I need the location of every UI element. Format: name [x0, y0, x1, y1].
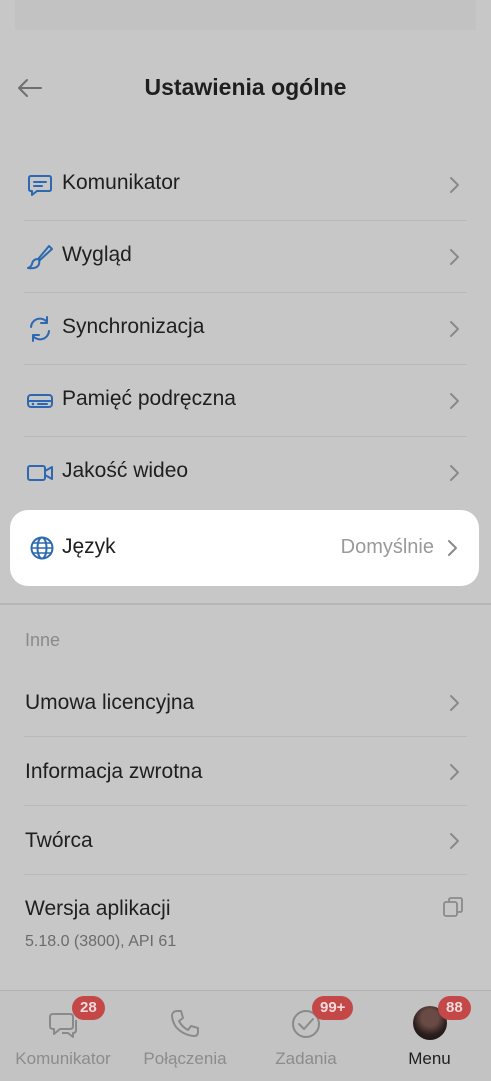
version-label: Wersja aplikacji: [25, 897, 171, 920]
divider: [24, 874, 467, 875]
storage-icon: [27, 394, 53, 408]
settings-item-label: Synchronizacja: [62, 315, 205, 338]
other-item-tworca[interactable]: Twórca: [0, 807, 491, 875]
other-item-label: Informacja zwrotna: [25, 760, 203, 783]
settings-item-pamiec[interactable]: Pamięć podręczna: [0, 365, 491, 437]
notification-badge: 28: [72, 996, 105, 1020]
other-item-label: Twórca: [25, 829, 93, 852]
divider: [24, 805, 467, 806]
tab-menu[interactable]: 88 Menu: [368, 991, 491, 1081]
brush-icon: [27, 245, 53, 270]
chevron-right-icon: [450, 321, 459, 337]
chevron-right-icon: [450, 833, 459, 849]
settings-item-label: Pamięć podręczna: [62, 387, 236, 410]
chevron-right-icon: [448, 540, 457, 556]
settings-item-label: Komunikator: [62, 171, 180, 194]
globe-icon: [30, 536, 54, 560]
tab-label: Połączenia: [143, 1049, 227, 1068]
tab-label: Menu: [408, 1049, 451, 1068]
status-area: [15, 0, 476, 30]
chevron-right-icon: [450, 465, 459, 481]
tab-polaczenia[interactable]: Połączenia: [126, 991, 244, 1081]
language-label: Język: [62, 535, 116, 558]
chevron-right-icon: [450, 249, 459, 265]
chevron-right-icon: [450, 764, 459, 780]
settings-item-komunikator[interactable]: Komunikator: [0, 149, 491, 221]
chevron-right-icon: [450, 177, 459, 193]
divider: [24, 736, 467, 737]
sync-icon: [30, 316, 50, 342]
tab-label: Komunikator: [15, 1049, 111, 1068]
chat-icon: [28, 175, 52, 196]
other-item-label: Umowa licencyjna: [25, 691, 195, 714]
chevron-right-icon: [450, 695, 459, 711]
settings-item-jakosc-wideo[interactable]: Jakość wideo: [0, 437, 491, 509]
notification-badge: 88: [438, 996, 471, 1020]
tab-label: Zadania: [275, 1049, 337, 1068]
tab-zadania[interactable]: 99+ Zadania: [244, 991, 368, 1081]
settings-item-label: Jakość wideo: [62, 459, 189, 482]
bottom-tab-bar: 28 Komunikator Połączenia 99+ Zadania 88…: [0, 990, 491, 1081]
header: Ustawienia ogólne: [0, 55, 491, 121]
settings-item-label: Wygląd: [62, 243, 132, 266]
notification-badge: 99+: [312, 996, 354, 1020]
tab-komunikator[interactable]: 28 Komunikator: [0, 991, 126, 1081]
copy-icon[interactable]: [442, 896, 464, 918]
video-icon: [27, 465, 53, 481]
version-value: 5.18.0 (3800), API 61: [25, 933, 177, 950]
section-divider: [0, 603, 491, 605]
language-value: Domyślnie: [340, 536, 434, 558]
settings-item-synchronizacja[interactable]: Synchronizacja: [0, 293, 491, 365]
chevron-right-icon: [450, 393, 459, 409]
section-title: Inne: [25, 630, 61, 650]
page-title: Ustawienia ogólne: [144, 74, 347, 100]
other-item-umowa[interactable]: Umowa licencyjna: [0, 669, 491, 737]
other-item-informacja[interactable]: Informacja zwrotna: [0, 738, 491, 806]
settings-item-jezyk[interactable]: Język Domyślnie: [10, 510, 479, 586]
phone-icon: [171, 1010, 199, 1037]
settings-item-wyglad[interactable]: Wygląd: [0, 221, 491, 293]
